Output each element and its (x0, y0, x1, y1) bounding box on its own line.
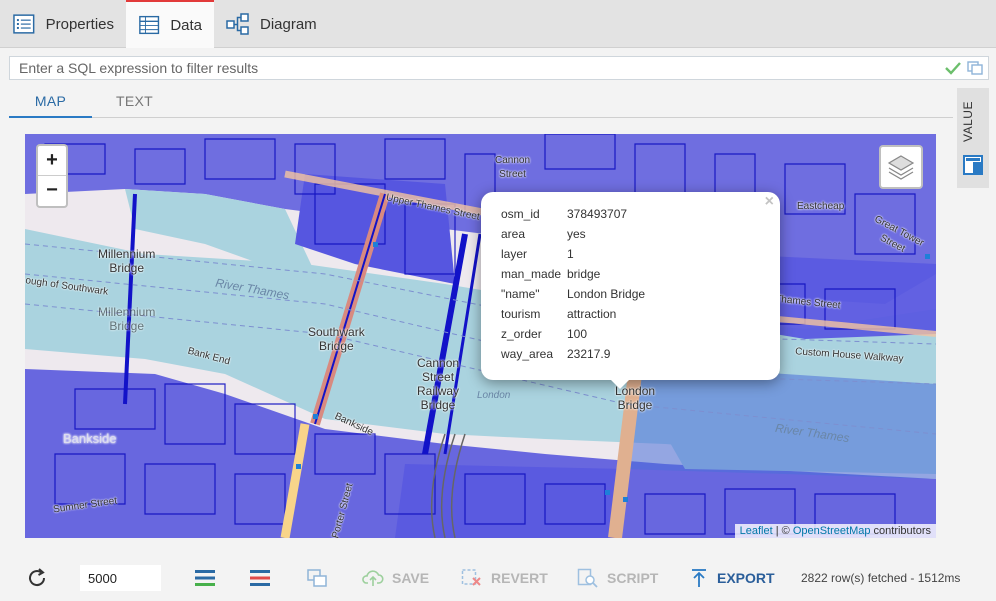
attribute-value: 378493707 (567, 207, 628, 221)
attribute-key: man_made (501, 267, 562, 281)
revert-button-label: REVERT (491, 570, 548, 586)
attribute-key: area (501, 227, 526, 241)
sql-filter-input[interactable] (10, 57, 938, 79)
fetch-next-page-icon[interactable] (194, 568, 216, 588)
tab-diagram[interactable]: Diagram (214, 0, 330, 48)
map-label-cannon-street: Cannon Street (495, 155, 531, 180)
map-label-cannon-street-bridge: Cannon Street Railway Bridge (417, 356, 460, 412)
attribute-value: bridge (567, 267, 601, 281)
feature-attribute-row: area yes (501, 224, 645, 244)
attribute-value: 1 (567, 247, 574, 261)
tab-map[interactable]: MAP (9, 88, 92, 118)
feature-attribute-row: "name" London Bridge (501, 284, 645, 304)
revert-button[interactable]: REVERT (461, 566, 548, 590)
script-button[interactable]: SCRIPT (577, 566, 658, 590)
zoom-in-button[interactable]: + (38, 146, 66, 176)
layers-icon (887, 155, 915, 180)
upload-cloud-icon (362, 570, 384, 586)
save-button[interactable]: SAVE (362, 566, 429, 590)
view-mode-tabs: MAP TEXT (9, 88, 953, 118)
save-button-label: SAVE (392, 570, 430, 586)
max-rows-input[interactable] (80, 565, 161, 591)
tab-diagram-label: Diagram (260, 15, 317, 33)
tab-data[interactable]: Data (126, 0, 214, 48)
fetch-status: 2822 row(s) fetched - 1512ms (801, 571, 961, 585)
tab-properties[interactable]: Properties (0, 0, 126, 48)
layers-button[interactable] (879, 145, 923, 189)
zoom-out-button[interactable]: − (38, 176, 66, 206)
diagram-icon (226, 13, 249, 35)
map-attribution: Leaflet | © OpenStreetMap contributors (734, 524, 936, 538)
feature-attribute-row: tourism attraction (501, 304, 645, 324)
zoom-control: + − (36, 144, 68, 208)
map-label-london: London (477, 390, 511, 401)
grid-icon (139, 15, 160, 35)
osm-link[interactable]: OpenStreetMap (793, 525, 871, 537)
attribute-key: layer (501, 247, 528, 261)
tab-data-label: Data (170, 16, 202, 34)
leaflet-link[interactable]: Leaflet (740, 525, 773, 537)
script-search-icon (577, 568, 598, 588)
feature-attributes-table: osm_id 378493707 area yes layer 1 man_made brid… (501, 204, 645, 364)
attribute-value: 100 (567, 327, 588, 341)
apply-filter-icon[interactable] (943, 59, 963, 77)
map-label-millennium-bridge-faint: Millennium Bridge (98, 305, 156, 333)
value-panel-toggle[interactable]: VALUE (957, 88, 989, 188)
filter-history-icon[interactable] (965, 59, 985, 77)
attribute-value: yes (567, 227, 586, 241)
value-panel-label: VALUE (961, 101, 975, 143)
popup-close-button[interactable]: × (765, 193, 774, 211)
feature-attribute-row: man_made bridge (501, 264, 645, 284)
feature-attribute-row: way_area 23217.9 (501, 344, 645, 364)
attribute-value: 23217.9 (567, 347, 611, 361)
navigate-icon[interactable] (306, 567, 328, 589)
sql-filter-box (9, 56, 989, 80)
popup-tip (610, 379, 630, 389)
app-root: Properties Data Diagram Enter a SQL expr… (0, 0, 996, 601)
refresh-icon[interactable] (26, 567, 48, 589)
tab-text[interactable]: TEXT (92, 88, 177, 118)
attribute-key: "name" (501, 287, 540, 301)
export-button[interactable]: EXPORT (689, 566, 775, 590)
export-button-label: EXPORT (717, 570, 775, 586)
attribute-key: way_area (501, 347, 554, 361)
feature-popup: × osm_id 378493707 area yes layer 1 man_made br… (481, 192, 780, 380)
feature-attribute-row: layer 1 (501, 244, 645, 264)
properties-icon (13, 14, 35, 34)
attribute-value: attraction (567, 307, 617, 321)
feature-attribute-row: z_order 100 (501, 324, 645, 344)
script-button-label: SCRIPT (607, 570, 659, 586)
revert-icon (461, 569, 481, 586)
attribution-contributors: contributors (870, 525, 931, 537)
attribute-key: z_order (501, 327, 542, 341)
attribute-key: osm_id (501, 207, 540, 221)
map-label-southwark-bridge: Southwark Bridge (308, 325, 365, 353)
map-label-eastcheap: Eastcheap (797, 201, 845, 212)
export-arrow-icon (692, 569, 706, 587)
panel-layout-icon (963, 155, 983, 175)
fetch-all-rows-icon[interactable] (249, 568, 271, 588)
tab-properties-label: Properties (45, 15, 114, 33)
feature-attribute-row: osm_id 378493707 (501, 204, 645, 224)
attribute-value: London Bridge (567, 287, 646, 301)
map-label-bankside: Bankside (63, 431, 117, 446)
attribute-key: tourism (501, 307, 541, 321)
map-label-millennium-bridge: Millennium Bridge (98, 247, 156, 275)
top-tab-bar: Properties Data Diagram (0, 0, 996, 48)
bottom-toolbar: SAVE REVERT SCRIPT EXPORT 2822 row(s) (0, 558, 996, 601)
attribution-separator: | © (772, 525, 793, 537)
map-view[interactable]: + − Millennium Bridge Millennium Bridge … (25, 134, 936, 538)
